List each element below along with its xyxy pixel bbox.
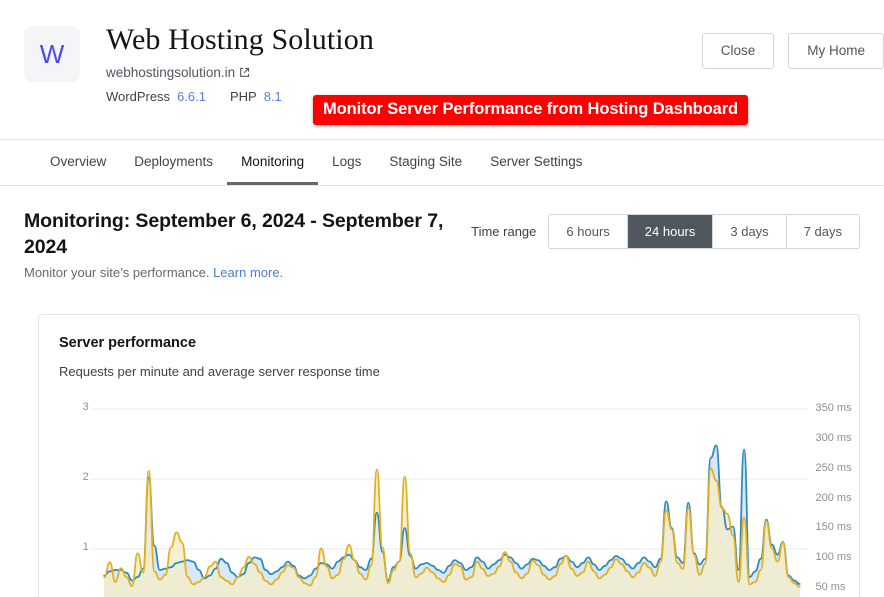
tab-monitoring[interactable]: Monitoring [227,140,318,185]
server-performance-chart[interactable]: 12350 ms100 ms150 ms200 ms250 ms300 ms35… [39,389,859,597]
close-button[interactable]: Close [702,33,775,69]
y-axis-right-tick: 250 ms [816,462,852,474]
tab-server-settings[interactable]: Server Settings [476,140,596,185]
tab-deployments[interactable]: Deployments [120,140,227,185]
learn-more-link[interactable]: Learn more. [213,265,283,280]
tab-label: Logs [332,154,361,169]
header-actions: Close My Home [702,33,884,69]
tab-label: Server Settings [490,154,582,169]
site-logo-letter: W [40,39,65,70]
y-axis-right-tick: 200 ms [816,492,852,504]
time-range-control: Time range 6 hours 24 hours 3 days 7 day… [471,214,860,249]
tab-logs[interactable]: Logs [318,140,375,185]
monitoring-title: Monitoring: September 6, 2024 - Septembe… [24,208,471,260]
y-axis-left-tick: 2 [61,471,89,483]
tab-staging-site[interactable]: Staging Site [375,140,476,185]
my-home-button[interactable]: My Home [788,33,884,69]
site-url-text: webhostingsolution.in [106,65,235,80]
php-version: 8.1 [264,89,282,104]
external-link-icon [239,67,250,78]
php-label: PHP [230,89,257,104]
wordpress-version: 6.6.1 [177,89,206,104]
y-axis-right-tick: 300 ms [816,432,852,444]
site-header: W Web Hosting Solution webhostingsolutio… [0,0,884,140]
y-axis-right-tick: 50 ms [816,581,846,593]
tab-label: Deployments [134,154,213,169]
card-title: Server performance [39,315,859,351]
tab-label: Staging Site [389,154,462,169]
card-description: Requests per minute and average server r… [39,351,859,379]
chart-canvas [39,389,859,597]
annotation-banner: Monitor Server Performance from Hosting … [313,95,748,125]
tab-overview[interactable]: Overview [36,140,120,185]
monitoring-subtitle: Monitor your site’s performance. Learn m… [24,265,471,280]
site-logo: W [24,26,80,82]
y-axis-left-tick: 1 [61,541,89,553]
time-range-label: Time range [471,224,536,239]
y-axis-left-tick: 3 [61,401,89,413]
tab-bar: Overview Deployments Monitoring Logs Sta… [0,140,884,186]
wordpress-label: WordPress [106,89,170,104]
page-body: Monitoring: September 6, 2024 - Septembe… [0,186,884,597]
time-range-7-days[interactable]: 7 days [787,215,859,248]
y-axis-right-tick: 350 ms [816,402,852,414]
tab-label: Overview [50,154,106,169]
time-range-24-hours[interactable]: 24 hours [628,215,714,248]
page-head: Monitoring: September 6, 2024 - Septembe… [24,208,860,280]
server-performance-card: Server performance Requests per minute a… [38,314,860,597]
subtitle-text: Monitor your site’s performance. [24,265,209,280]
time-range-3-days[interactable]: 3 days [713,215,786,248]
tab-label: Monitoring [241,154,304,169]
y-axis-right-tick: 100 ms [816,551,852,563]
y-axis-right-tick: 150 ms [816,521,852,533]
time-range-6-hours[interactable]: 6 hours [549,215,627,248]
time-range-segmented: 6 hours 24 hours 3 days 7 days [548,214,860,249]
page-heading-block: Monitoring: September 6, 2024 - Septembe… [24,208,471,280]
